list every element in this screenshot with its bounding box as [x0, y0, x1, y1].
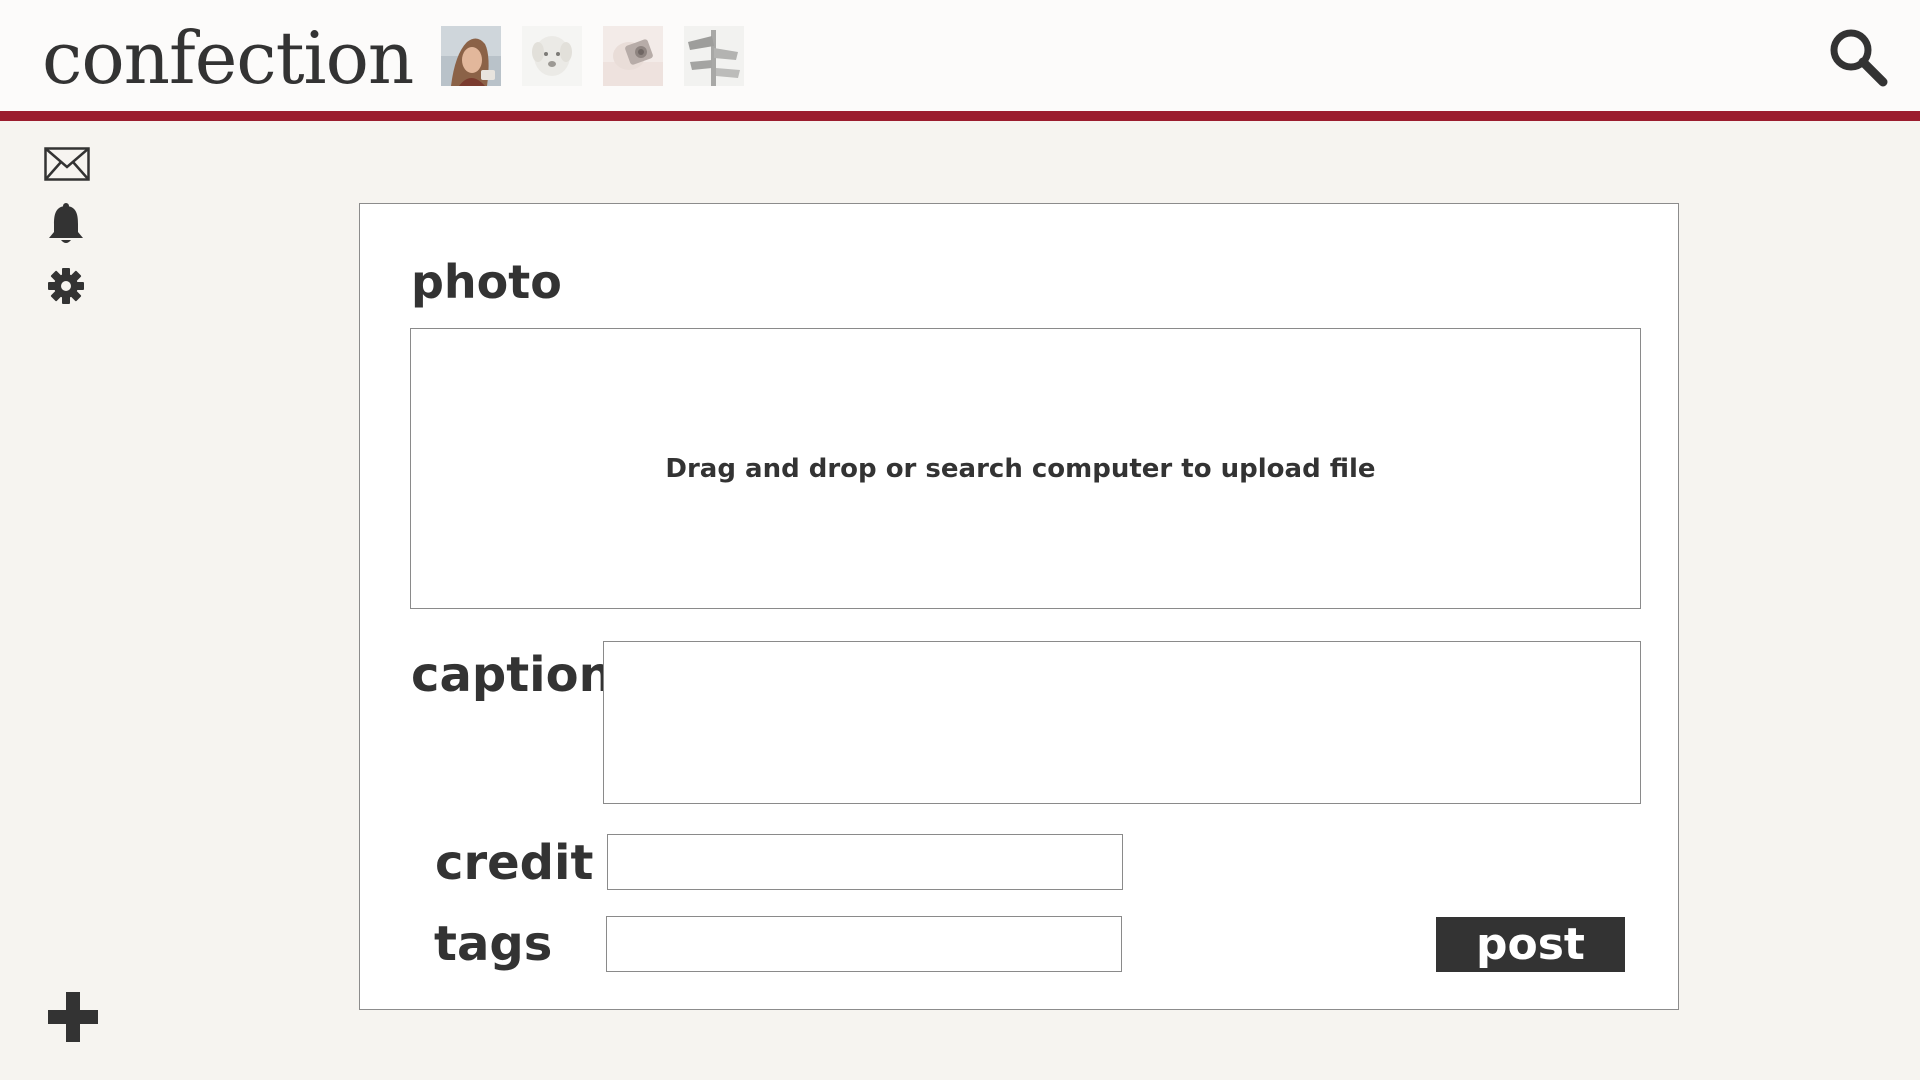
- caption-input[interactable]: [603, 641, 1641, 804]
- signpost-photo-thumbnail[interactable]: [684, 26, 744, 86]
- recent-thumbnails: [441, 26, 744, 86]
- mail-icon[interactable]: [44, 147, 90, 181]
- caption-label: caption: [411, 647, 613, 703]
- camera-photo-thumbnail[interactable]: [603, 26, 663, 86]
- post-button[interactable]: post: [1436, 917, 1625, 972]
- photo-label: photo: [411, 255, 562, 309]
- tags-input[interactable]: [606, 916, 1122, 972]
- photo-upload-dropzone[interactable]: Drag and drop or search computer to uplo…: [410, 328, 1641, 609]
- tags-label: tags: [434, 916, 553, 972]
- bell-icon[interactable]: [46, 202, 86, 246]
- credit-input[interactable]: [607, 834, 1123, 890]
- search-icon[interactable]: [1827, 26, 1889, 88]
- top-bar: confection: [0, 0, 1920, 111]
- plus-icon[interactable]: [47, 991, 99, 1043]
- new-post-card: photo Drag and drop or search computer t…: [359, 203, 1679, 1010]
- header-accent-rule: [0, 111, 1920, 121]
- dog-photo-thumbnail[interactable]: [522, 26, 582, 86]
- dropzone-instructions: Drag and drop or search computer to uplo…: [665, 453, 1376, 484]
- app-logo[interactable]: confection: [42, 8, 414, 108]
- portrait-photo-thumbnail[interactable]: [441, 26, 501, 86]
- credit-label: credit: [435, 835, 594, 891]
- gear-icon[interactable]: [48, 268, 84, 304]
